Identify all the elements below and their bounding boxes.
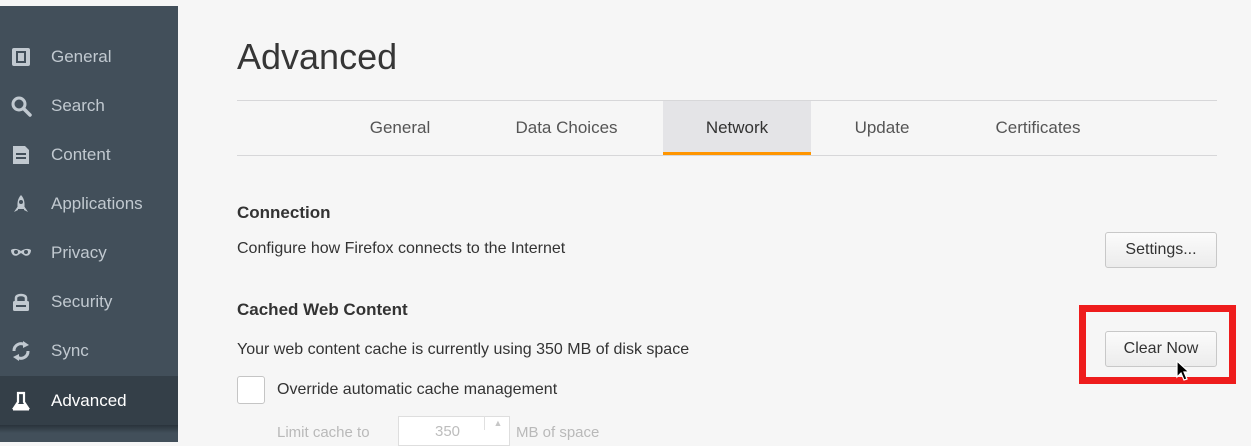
advanced-icon: [10, 390, 32, 412]
cache-heading: Cached Web Content: [237, 300, 408, 319]
override-cache-checkbox[interactable]: [237, 376, 265, 404]
general-icon: [10, 46, 32, 68]
sidebar-item-search[interactable]: Search: [0, 81, 178, 130]
sidebar-item-label: Applications: [51, 193, 143, 213]
cache-description: Your web content cache is currently usin…: [237, 341, 690, 358]
connection-settings-button[interactable]: Settings...: [1105, 232, 1217, 268]
sidebar-item-privacy[interactable]: Privacy: [0, 228, 178, 277]
search-icon: [10, 95, 32, 117]
sidebar-item-label: Sync: [51, 340, 89, 360]
tab-network[interactable]: Network: [663, 101, 811, 155]
sidebar-item-applications[interactable]: Applications: [0, 179, 178, 228]
sidebar-item-label: General: [51, 46, 112, 66]
sidebar-item-label: Security: [51, 291, 113, 311]
limit-cache-prefix: Limit cache to: [277, 424, 370, 441]
tab-data-choices[interactable]: Data Choices: [494, 101, 639, 155]
tab-general[interactable]: General: [352, 101, 448, 155]
sidebar-item-content[interactable]: Content: [0, 130, 178, 179]
limit-cache-suffix: MB of space: [516, 424, 600, 441]
sidebar-item-advanced[interactable]: Advanced: [0, 376, 178, 433]
connection-description: Configure how Firefox connects to the In…: [237, 240, 566, 257]
mouse-pointer-icon: [1176, 360, 1191, 381]
sidebar-item-security[interactable]: Security: [0, 277, 178, 326]
sidebar-item-label: Search: [51, 95, 105, 115]
sidebar: General Search Content Applications Priv…: [0, 6, 178, 442]
tab-update[interactable]: Update: [835, 101, 929, 155]
tabs-divider-bottom: [237, 155, 1217, 156]
highlight-box: [1079, 305, 1236, 384]
privacy-mask-icon: [10, 242, 32, 264]
tab-certificates[interactable]: Certificates: [974, 101, 1102, 155]
sidebar-item-sync[interactable]: Sync: [0, 326, 178, 375]
sidebar-item-label: Content: [51, 144, 111, 164]
security-lock-icon: [10, 291, 32, 313]
page-title: Advanced: [237, 36, 398, 77]
sidebar-item-general[interactable]: General: [0, 32, 178, 81]
sync-icon: [10, 340, 32, 362]
connection-heading: Connection: [237, 203, 331, 222]
spinner-up-icon[interactable]: ▲: [484, 416, 511, 430]
applications-icon: [10, 193, 32, 215]
content-icon: [10, 144, 32, 166]
override-cache-label: Override automatic cache management: [277, 381, 558, 398]
sidebar-item-label: Privacy: [51, 242, 107, 262]
sidebar-item-label: Advanced: [51, 390, 127, 410]
